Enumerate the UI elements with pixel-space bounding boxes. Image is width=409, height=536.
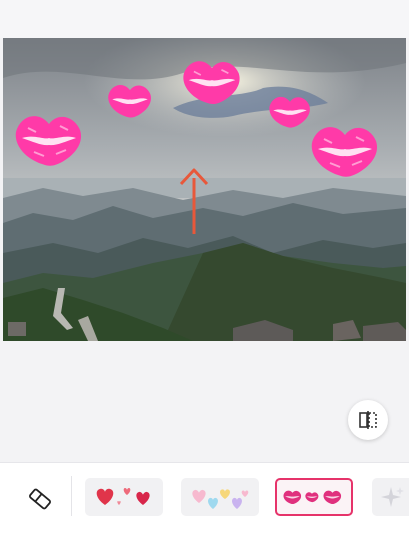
tray-divider (71, 476, 72, 516)
workspace-background (0, 341, 409, 462)
up-arrow-icon (179, 168, 209, 234)
sticker-thumb-pastel-hearts[interactable] (181, 478, 259, 516)
sticker-thumb-kiss-lips[interactable] (275, 478, 353, 516)
sparkle-sticker-icon (380, 487, 404, 507)
compare-button[interactable] (348, 400, 388, 440)
kiss-lips-sticker-5[interactable] (309, 121, 381, 179)
red-hearts-sticker-icon (96, 488, 150, 505)
kiss-lips-sticker-2[interactable] (105, 81, 155, 119)
eraser-button[interactable] (22, 484, 58, 514)
photo-canvas[interactable] (3, 38, 406, 341)
pastel-hearts-sticker-icon (192, 489, 249, 509)
eraser-icon (29, 488, 51, 510)
kiss-lips-sticker-1[interactable] (14, 110, 84, 168)
sticker-thumb-red-hearts[interactable] (85, 478, 163, 516)
sticker-thumb-sparkle[interactable] (372, 478, 409, 516)
kiss-lips-sticker-4[interactable] (268, 93, 312, 129)
compare-split-icon (359, 411, 377, 429)
top-bar (0, 0, 409, 38)
kiss-lips-sticker-icon (283, 490, 342, 505)
kiss-lips-sticker-3[interactable] (178, 56, 246, 106)
